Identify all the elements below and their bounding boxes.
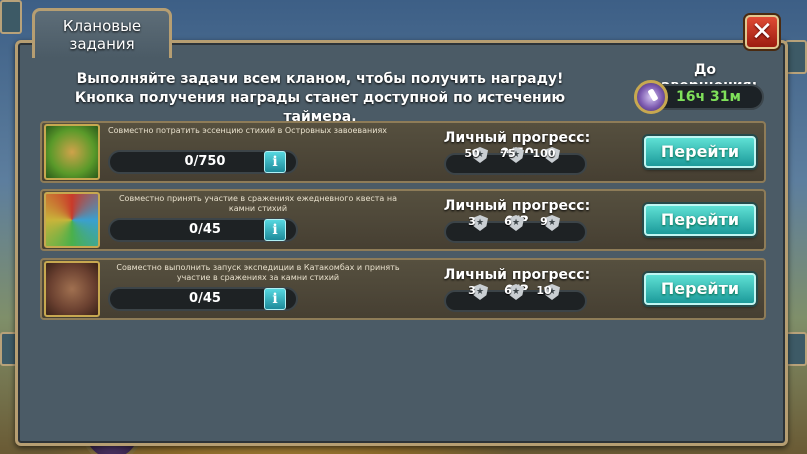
milestone-value: 100 xyxy=(532,147,556,160)
task-row: Совместно выполнить запуск экспедиции в … xyxy=(40,258,766,320)
catacombs-icon xyxy=(44,261,100,317)
go-button[interactable]: Перейти xyxy=(644,273,756,305)
go-button[interactable]: Перейти xyxy=(644,204,756,236)
milestone-value: 3 xyxy=(468,284,476,297)
info-button[interactable]: i xyxy=(264,151,286,173)
task-title: Совместно потратить эссенцию стихий в Ос… xyxy=(108,126,388,135)
go-button[interactable]: Перейти xyxy=(644,136,756,168)
task-title: Совместно принять участие в сражениях еж… xyxy=(118,194,398,213)
task-row: Совместно потратить эссенцию стихий в Ос… xyxy=(40,121,766,183)
window-title-line1: Клановые xyxy=(62,17,142,35)
shell-icon xyxy=(44,124,100,180)
milestone-value: 3 xyxy=(468,215,476,228)
side-button-top-left[interactable] xyxy=(0,0,22,34)
timer-display: 16ч 31м xyxy=(652,84,764,110)
window-title-tab: Клановые задания xyxy=(32,8,172,58)
go-button-label: Перейти xyxy=(660,210,740,229)
side-button-right[interactable] xyxy=(785,332,807,366)
milestone-value: 75 xyxy=(500,147,516,160)
task-title: Совместно выполнить запуск экспедиции в … xyxy=(116,263,400,282)
go-button-label: Перейти xyxy=(660,142,740,161)
milestone-value: 10 xyxy=(536,284,552,297)
close-icon: ✕ xyxy=(751,17,773,47)
task-row: Совместно принять участие в сражениях еж… xyxy=(40,189,766,251)
milestone-value: 6 xyxy=(504,284,512,297)
window-title-line2: задания xyxy=(69,35,135,53)
milestone-value: 6 xyxy=(504,215,512,228)
close-button[interactable]: ✕ xyxy=(745,15,779,49)
elements-icon xyxy=(44,192,100,248)
milestone-value: 9 xyxy=(540,215,548,228)
go-button-label: Перейти xyxy=(660,279,740,298)
side-button-top-right[interactable] xyxy=(785,40,807,74)
clock-icon xyxy=(634,80,668,114)
milestone-value: 50 xyxy=(464,147,480,160)
info-button[interactable]: i xyxy=(264,288,286,310)
task-description: Выполняйте задачи всем кланом, чтобы пол… xyxy=(74,71,566,125)
info-button[interactable]: i xyxy=(264,219,286,241)
timer-value: 16ч 31м xyxy=(676,89,741,105)
